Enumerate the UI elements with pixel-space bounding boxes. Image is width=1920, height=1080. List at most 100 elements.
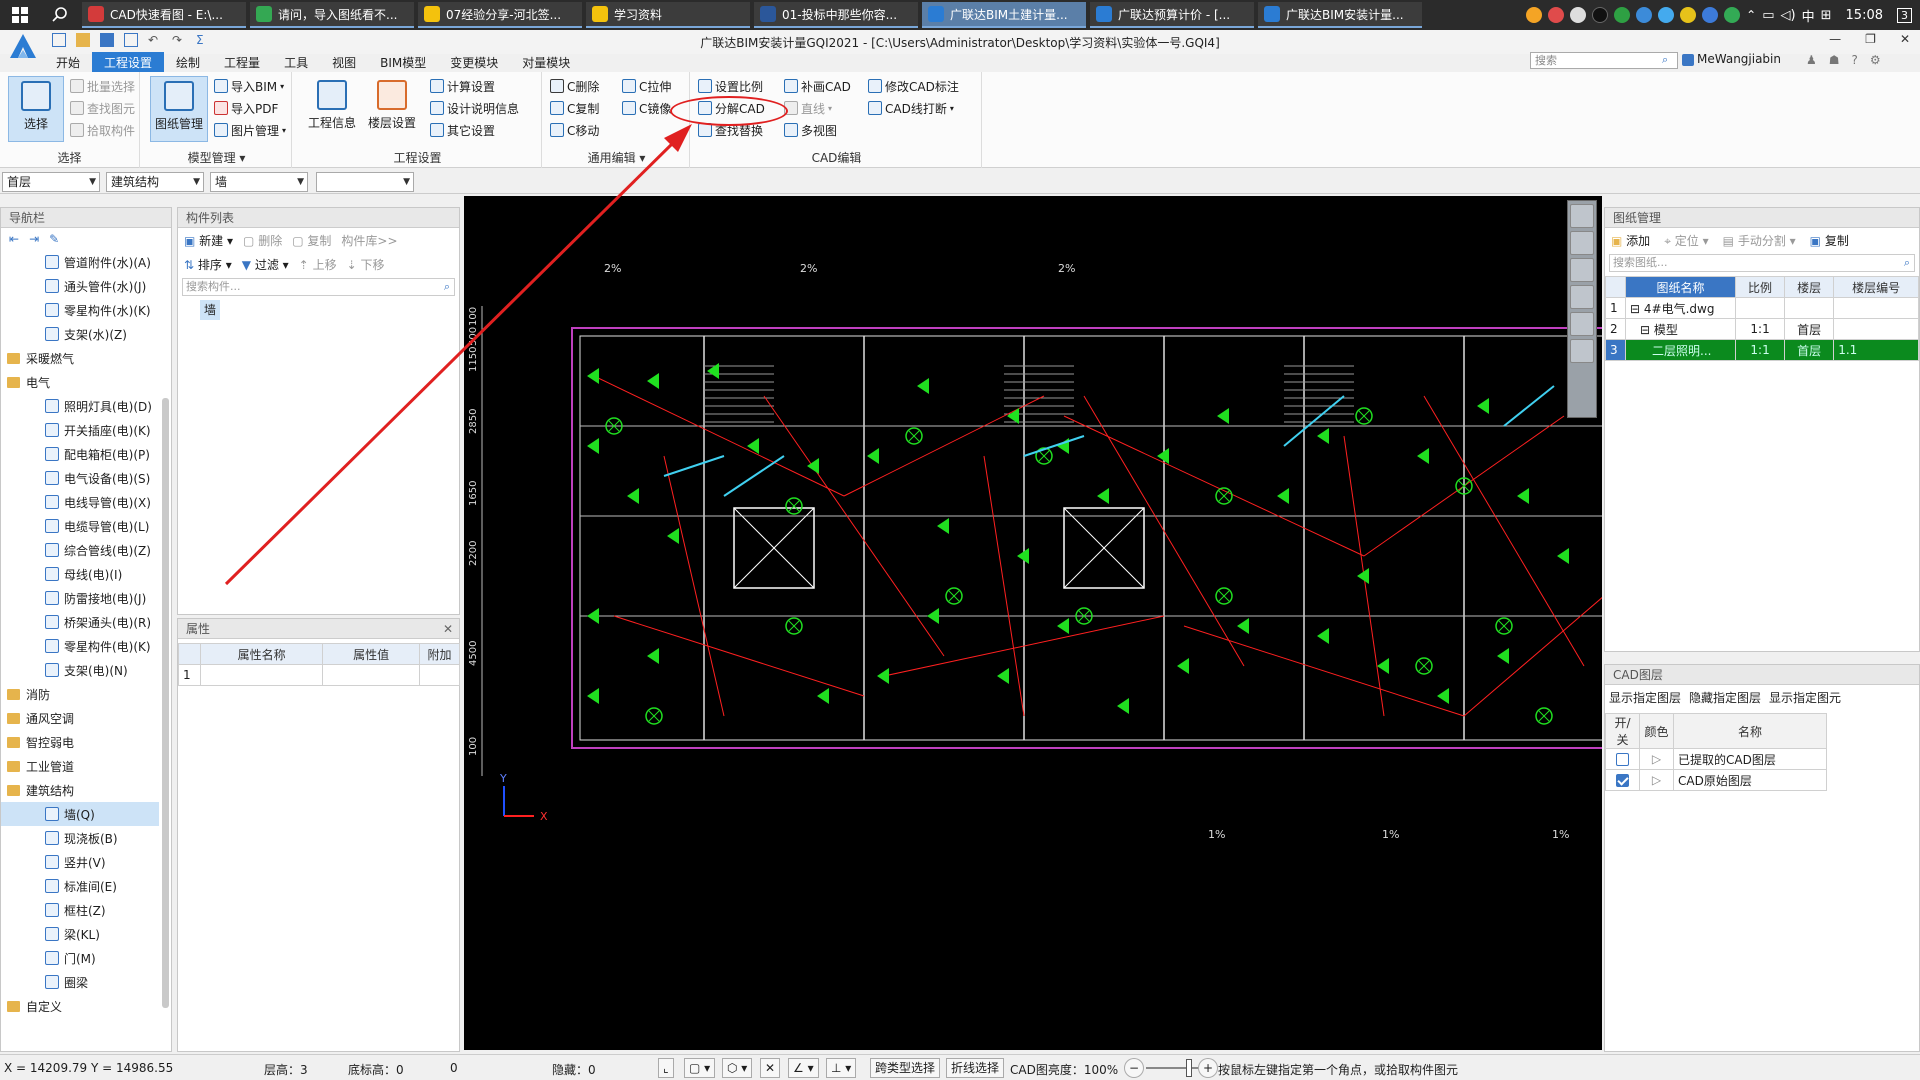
move-down-button[interactable]: ⇣ 下移 [347,256,385,273]
nav-item[interactable]: 管道附件(水)(A) [1,250,159,274]
scale-cell[interactable]: 1:1 [1734,318,1786,340]
user-name[interactable]: MeWangjiabin [1697,52,1781,66]
drawing-name-cell[interactable]: ⊟ 4#电气.dwg [1625,297,1736,319]
cad-copy-button[interactable]: C复制 [550,98,599,118]
expand-icon[interactable]: ▷ [1639,769,1674,791]
taskbar-window-tab[interactable]: 01-投标中那些你容... [754,2,918,28]
nav-item[interactable]: 桥架通头(电)(R) [1,610,159,634]
floor-code-cell[interactable] [1833,318,1919,340]
table-row[interactable]: 2 ⊟ 模型 1:1 首层 [1605,318,1919,340]
show-element-button[interactable]: 显示指定图元 [1769,689,1841,706]
plus-icon[interactable]: + [1198,1058,1219,1078]
rect-select-icon[interactable]: ▢ ▾ [684,1058,716,1078]
3d-view-icon[interactable] [1570,285,1594,309]
nav-scrollbar[interactable] [162,398,169,1008]
help-search-input[interactable]: 搜索 [1530,52,1678,69]
nav-item[interactable]: 综合管线(电)(Z) [1,538,159,562]
supplement-cad-button[interactable]: 补画CAD [784,76,851,96]
nav-item[interactable]: 梁(KL) [1,922,159,946]
multi-view-button[interactable]: 多视图 [784,120,837,140]
tray-app-icon[interactable] [1658,7,1675,23]
table-row-selected[interactable]: 3 二层照明... 1:1 首层 1.1 [1605,339,1919,361]
taskbar-window-tab[interactable]: CAD快速看图 - E:\... [82,2,246,28]
scale-cell[interactable]: 1:1 [1734,339,1786,361]
cad-stretch-button[interactable]: C拉伸 [622,76,671,96]
cross-type-select-button[interactable]: 跨类型选择 [870,1058,941,1078]
nav-item[interactable]: 电线导管(电)(X) [1,490,159,514]
select-button[interactable]: 选择 [8,76,64,142]
calc-settings-button[interactable]: 计算设置 [430,76,495,96]
settings-icon[interactable]: ⚙ [1870,53,1881,67]
collapse-icon[interactable]: ⊟ [1630,302,1640,316]
set-scale-button[interactable]: 设置比例 [698,76,763,96]
volume-icon[interactable]: ◁) [1781,8,1796,23]
render-icon[interactable] [1570,204,1594,228]
nav-category[interactable]: 建筑结构 [1,778,159,802]
grid-icon[interactable] [1570,339,1594,363]
tray-app-icon[interactable] [1570,7,1587,23]
table-row[interactable]: 1 ⊟ 4#电气.dwg [1605,297,1919,319]
locate-button[interactable]: ⌖ 定位 ▾ [1664,232,1708,249]
drawing-name-cell[interactable]: ⊟ 模型 [1625,318,1736,340]
menu-tab[interactable]: 对量模块 [510,52,582,72]
minus-icon[interactable]: − [1124,1058,1145,1078]
menu-tab[interactable]: 工程量 [212,52,272,72]
taskbar-window-tab[interactable]: 学习资料 [586,2,750,28]
table-row[interactable]: ▷ CAD原始图层 [1605,769,1827,791]
tray-app-icon[interactable] [1526,7,1543,23]
delete-component-button[interactable]: ▢ 删除 [243,232,282,249]
network-icon[interactable]: ▭ [1762,8,1774,23]
close-icon[interactable]: ✕ [443,619,453,639]
menu-tab[interactable]: 开始 [44,52,92,72]
ime-mode-icon[interactable]: ⊞ [1821,8,1832,23]
drawing-search-input[interactable]: 搜索图纸... ⌕ [1609,254,1915,272]
hide-layer-button[interactable]: 隐藏指定图层 [1689,689,1761,706]
chevron-up-icon[interactable]: ⌃ [1746,8,1756,22]
nav-item[interactable]: 现浇板(B) [1,826,159,850]
cad-move-button[interactable]: C移动 [550,120,599,140]
menu-tab[interactable]: BIM模型 [368,52,438,72]
image-management-button[interactable]: 图片管理 ▾ [214,120,286,140]
sub-select[interactable]: ▼ [316,172,414,192]
nav-category[interactable]: 采暖燃气 [1,346,159,370]
menu-tab[interactable]: 变更模块 [438,52,510,72]
nav-category[interactable]: 自定义 [1,994,159,1018]
nav-category[interactable]: 电气 [1,370,159,394]
nav-item[interactable]: 零星构件(电)(K) [1,634,159,658]
wechat-icon[interactable] [1614,7,1631,23]
floor-settings-button[interactable]: 楼层设置 [364,76,420,142]
nav-item[interactable]: 电气设备(电)(S) [1,466,159,490]
find-element-button[interactable]: 查找图元 [70,98,135,118]
nav-item[interactable]: 墙(Q) [1,802,159,826]
help-icon[interactable]: ? [1852,53,1858,67]
floor-cell[interactable]: 首层 [1784,339,1835,361]
table-row[interactable]: 1 [178,664,460,686]
menu-tab[interactable]: 绘制 [164,52,212,72]
layer-toggle-checkbox[interactable] [1616,753,1629,766]
nav-item[interactable]: 零星构件(水)(K) [1,298,159,322]
nav-category[interactable]: 工业管道 [1,754,159,778]
slider-thumb[interactable] [1186,1059,1192,1077]
import-bim-button[interactable]: 导入BIM ▾ [214,76,284,96]
3d-box-icon[interactable]: ⬡ ▾ [722,1058,753,1078]
floor-code-cell[interactable] [1833,297,1919,319]
taskbar-window-tab[interactable]: 广联达BIM安装计量... [1258,2,1422,28]
menu-tab[interactable]: 视图 [320,52,368,72]
floor-cell[interactable]: 首层 [1784,318,1835,340]
other-settings-button[interactable]: 其它设置 [430,120,495,140]
table-row[interactable]: ▷ 已提取的CAD图层 [1605,748,1827,770]
shield-icon[interactable] [1724,7,1741,23]
menu-tab[interactable]: 工程设置 [92,52,165,72]
nav-item[interactable]: 支架(电)(N) [1,658,159,682]
qq-icon[interactable] [1592,7,1609,23]
top-view-icon[interactable] [1570,258,1594,282]
pick-component-button[interactable]: 拾取构件 [70,120,135,140]
design-info-button[interactable]: 设计说明信息 [430,98,519,118]
collapse-icon[interactable]: ⊟ [1640,323,1650,337]
angle-icon[interactable]: ∠ ▾ [788,1058,819,1078]
menu-tab[interactable]: 工具 [272,52,320,72]
taskbar-window-tab[interactable]: 07经验分享-河北签... [418,2,582,28]
notification-icon[interactable]: 3 [1897,7,1912,23]
drawing-name-cell[interactable]: 二层照明... [1625,339,1736,361]
nav-item[interactable]: 门(M) [1,946,159,970]
